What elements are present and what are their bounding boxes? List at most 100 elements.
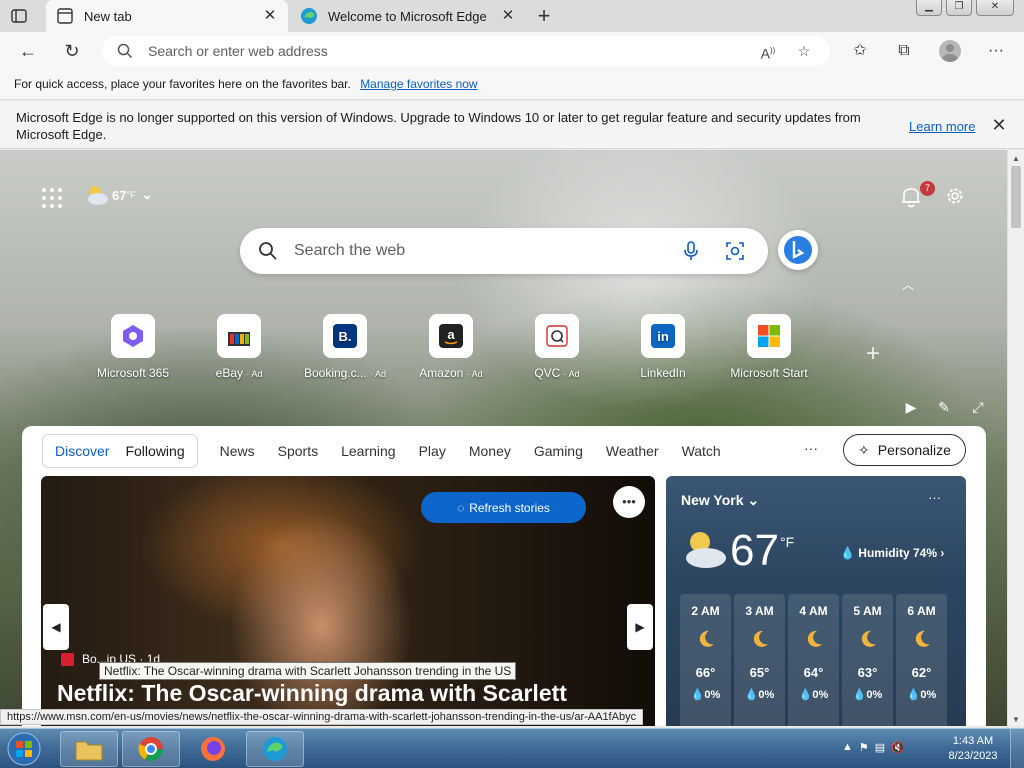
close-infobar-icon[interactable]: ✕ [991, 116, 1007, 134]
personalize-button[interactable]: ✧ Personalize [843, 434, 966, 466]
tab-watch[interactable]: Watch [682, 443, 721, 459]
scroll-thumb[interactable] [1011, 166, 1021, 228]
refresh-icon[interactable]: ↻ [62, 41, 82, 61]
weather-city[interactable]: New York ⌄ [681, 492, 759, 509]
close-tab-icon[interactable]: ✕ [500, 8, 516, 24]
tab-learning[interactable]: Learning [341, 443, 396, 459]
notifications-bell-icon[interactable] [900, 185, 922, 209]
network-icon[interactable]: ▤ [875, 741, 885, 754]
play-background-icon[interactable]: ▶ [902, 398, 920, 416]
quick-link-linkedin[interactable]: in LinkedIn [610, 314, 716, 380]
linkedin-logo-icon: in [641, 314, 685, 358]
show-hidden-icons-icon[interactable]: ▲ [842, 741, 853, 754]
visual-search-icon[interactable] [724, 240, 746, 262]
close-tab-icon[interactable]: ✕ [262, 8, 278, 24]
taskbar-firefox[interactable] [184, 731, 242, 767]
bing-chat-icon[interactable] [778, 230, 818, 270]
story-headline[interactable]: Netflix: The Oscar-winning drama with Sc… [57, 680, 567, 707]
notification-count-badge: 7 [920, 181, 935, 196]
weather-more-icon[interactable]: ··· [928, 490, 941, 505]
page-settings-gear-icon[interactable] [944, 185, 966, 207]
restore-button[interactable]: ❐ [946, 0, 972, 16]
tab-play[interactable]: Play [419, 443, 446, 459]
new-tab-button[interactable]: + [534, 5, 554, 27]
add-favorite-icon[interactable]: ☆ [794, 41, 814, 61]
humidity[interactable]: 💧 Humidity 74% › [840, 546, 944, 560]
hour-forecast[interactable]: 6 AM 62° 💧0% [896, 594, 947, 726]
qvc-logo-icon [535, 314, 579, 358]
back-icon[interactable]: ← [18, 41, 38, 61]
tab-actions-icon[interactable] [10, 7, 28, 25]
more-tabs-icon[interactable]: ··· [804, 440, 818, 456]
ad-label: · Ad [370, 369, 387, 379]
next-story-arrow[interactable]: ▶ [627, 604, 653, 650]
system-tray: ▲ ⚑ ▤ 🔇 [842, 741, 905, 754]
page-scrollbar[interactable]: ▲ ▼ [1007, 150, 1024, 726]
manage-favorites-link[interactable]: Manage favorites now [360, 77, 477, 91]
minimize-button[interactable]: ▁ [916, 0, 942, 16]
taskbar-edge[interactable] [246, 731, 304, 767]
quick-link-booking[interactable]: B. Booking.c... · Ad [292, 314, 398, 380]
tab-gaming[interactable]: Gaming [534, 443, 583, 459]
scroll-up-arrow-icon[interactable]: ▲ [1012, 154, 1020, 163]
taskbar-file-explorer[interactable] [60, 731, 118, 767]
close-window-button[interactable]: ✕ [976, 0, 1014, 16]
quick-link-amazon[interactable]: a Amazon · Ad [398, 314, 504, 380]
show-desktop-button[interactable] [1010, 729, 1024, 768]
quick-link-microsoft-365[interactable]: Microsoft 365 [80, 314, 186, 380]
tab-new-tab[interactable]: New tab ✕ [46, 0, 288, 32]
news-feed: Discover Following News Sports Learning … [22, 426, 986, 726]
add-shortcut-plus-icon[interactable]: + [866, 340, 880, 368]
microphone-icon[interactable] [680, 240, 702, 262]
tab-news[interactable]: News [220, 443, 255, 459]
volume-muted-icon[interactable]: 🔇 [891, 741, 905, 754]
scroll-down-arrow-icon[interactable]: ▼ [1012, 715, 1020, 724]
favorites-icon[interactable]: ✩ [848, 39, 872, 63]
tab-discover[interactable]: Discover [47, 443, 117, 459]
tab-strip: New tab ✕ Welcome to Microsoft Edge ✕ + … [0, 0, 1024, 32]
droplet-icon: 💧 [690, 689, 705, 701]
hour-forecast[interactable]: 4 AM 64° 💧0% [788, 594, 839, 726]
web-search-input[interactable]: Search the web [294, 242, 680, 260]
quick-link-ebay[interactable]: eBay · Ad [186, 314, 292, 380]
taskbar-chrome[interactable] [122, 731, 180, 767]
search-icon [117, 43, 133, 59]
tab-money[interactable]: Money [469, 443, 511, 459]
weather-card[interactable]: New York ⌄ ··· 67 °F 💧 Humidity 74% › 2 … [666, 476, 966, 726]
address-input[interactable]: Search or enter web address [148, 43, 758, 59]
taskbar-clock[interactable]: 1:43 AM 8/23/2023 [944, 734, 1002, 764]
story-more-options-icon[interactable]: ••• [613, 486, 645, 518]
taskbar: ▲ ⚑ ▤ 🔇 1:43 AM 8/23/2023 [0, 728, 1024, 768]
read-aloud-icon[interactable]: A)) [758, 41, 778, 62]
refresh-stories-button[interactable]: ◌ Refresh stories [421, 492, 586, 523]
hour-forecast[interactable]: 5 AM 63° 💧0% [842, 594, 893, 726]
profile-avatar-icon[interactable] [939, 40, 961, 62]
action-center-flag-icon[interactable]: ⚑ [859, 741, 869, 754]
expand-icon[interactable]: ⤢ [969, 398, 987, 416]
personalize-label: Personalize [877, 442, 951, 458]
app-launcher-icon[interactable] [42, 188, 62, 208]
web-search-box[interactable]: Search the web [240, 228, 768, 274]
windows-start-orb-icon[interactable] [4, 731, 44, 767]
folder-icon [75, 741, 103, 761]
previous-story-arrow[interactable]: ◀ [43, 604, 69, 650]
tab-welcome[interactable]: Welcome to Microsoft Edge ✕ [290, 0, 526, 32]
tab-sports[interactable]: Sports [278, 443, 318, 459]
edit-background-icon[interactable]: ✎ [935, 398, 953, 416]
weather-mini[interactable]: 67 °F ⌄ [84, 184, 152, 206]
collections-icon[interactable]: ⧉ [892, 39, 916, 63]
address-bar[interactable]: Search or enter web address A)) ☆ [102, 36, 830, 66]
svg-text:a: a [447, 327, 455, 342]
tab-following[interactable]: Following [117, 443, 192, 459]
hour-forecast[interactable]: 3 AM 65° 💧0% [734, 594, 785, 726]
edge-logo-icon [263, 737, 287, 761]
quick-link-qvc[interactable]: QVC · Ad [504, 314, 610, 380]
tab-weather[interactable]: Weather [606, 443, 659, 459]
hour-forecast[interactable]: 2 AM 66° 💧0% [680, 594, 731, 726]
settings-more-icon[interactable]: ··· [984, 39, 1008, 63]
collapse-chevron-up-icon[interactable]: ︿ [902, 276, 914, 293]
hero-story[interactable]: ◌ Refresh stories ••• ◀ ▶ Bo...ip US · 1… [41, 476, 655, 726]
svg-text:B.: B. [339, 329, 352, 344]
learn-more-link[interactable]: Learn more [909, 119, 975, 134]
quick-link-microsoft-start[interactable]: Microsoft Start [716, 314, 822, 380]
